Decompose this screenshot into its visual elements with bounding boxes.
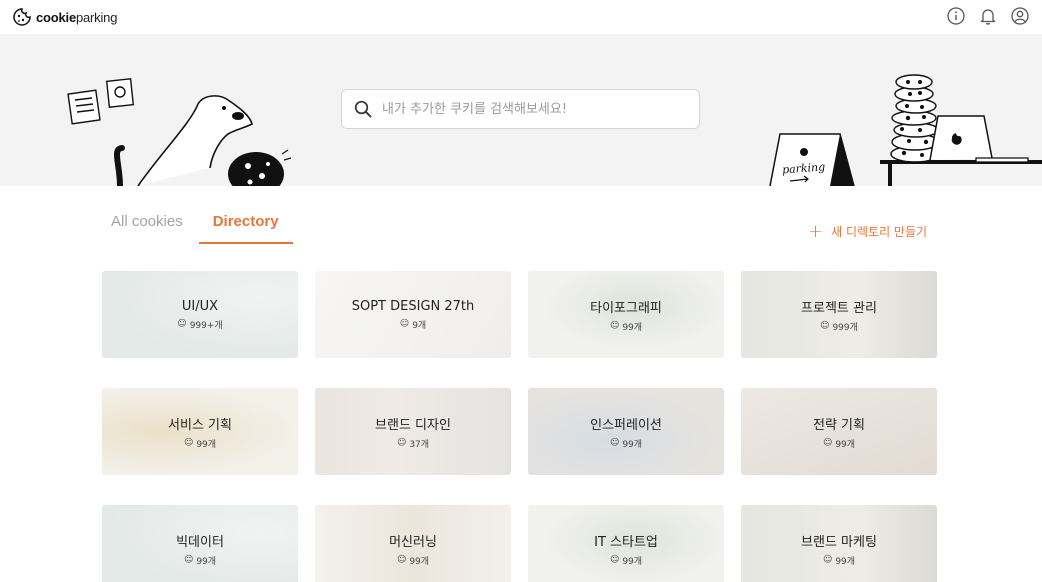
cookie-count: ☺ 999+개: [177, 319, 223, 331]
cookie-icon: ☺: [399, 319, 410, 329]
directory-card[interactable]: 브랜드 마케팅 ☺ 99개: [741, 505, 937, 582]
directory-title: SOPT DESIGN 27th: [351, 298, 475, 314]
directory-card[interactable]: 인스퍼레이션 ☺ 99개: [528, 388, 724, 475]
directory-title: 타이포그래피: [590, 300, 662, 316]
cookie-count: ☺ 37개: [396, 438, 430, 450]
directory-title: 서비스 기획: [168, 417, 232, 433]
directory-card[interactable]: UI/UX ☺ 999+개: [102, 271, 298, 358]
meerkat-illustration: [67, 78, 292, 186]
directory-title: 머신러닝: [389, 534, 437, 550]
cookie-parking-illustration: parking: [769, 74, 1042, 186]
tab-directory[interactable]: Directory: [198, 206, 293, 244]
cookie-search-bar[interactable]: [341, 89, 700, 129]
search-input[interactable]: [382, 101, 682, 117]
directory-card[interactable]: 머신러닝 ☺ 99개: [315, 505, 511, 582]
cookie-icon: ☺: [820, 321, 830, 331]
cookie-icon: ☺: [609, 555, 620, 565]
cookie-logo-icon: [13, 8, 31, 26]
bell-icon[interactable]: [978, 6, 998, 26]
directory-card[interactable]: IT 스타트업 ☺ 99개: [528, 505, 724, 582]
cookie-icon: ☺: [609, 438, 620, 448]
cookie-icon: ☺: [822, 555, 833, 565]
directory-title: 브랜드 마케팅: [801, 534, 877, 550]
new-directory-button[interactable]: + 새 디렉토리 만들기: [808, 220, 928, 242]
cookie-icon: ☺: [177, 319, 187, 329]
tab-all-cookies[interactable]: All cookies: [95, 206, 199, 244]
directory-card[interactable]: 빅데이터 ☺ 99개: [102, 505, 298, 582]
cookie-icon: ☺: [822, 438, 833, 448]
top-navigation-bar: cookieparking: [0, 0, 1042, 34]
cookie-count: ☺ 99개: [609, 321, 643, 333]
cookie-count: ☺ 99개: [183, 555, 217, 567]
user-profile-icon[interactable]: [1010, 6, 1030, 26]
cookie-icon: ☺: [609, 321, 620, 331]
directory-card[interactable]: 프로젝트 관리 ☺ 999개: [741, 271, 937, 358]
info-icon[interactable]: [946, 6, 966, 26]
directory-title: 전략 기획: [813, 417, 865, 433]
directory-title: UI/UX: [181, 298, 219, 314]
cookie-count: ☺ 99개: [609, 438, 643, 450]
cookie-count: ☺ 99개: [396, 555, 430, 567]
cookie-count: ☺ 9개: [399, 319, 427, 331]
logo-wordmark: cookieparking: [36, 9, 118, 25]
cookie-count: ☺ 999개: [820, 321, 858, 333]
directory-card[interactable]: 서비스 기획 ☺ 99개: [102, 388, 298, 475]
directory-card[interactable]: 타이포그래피 ☺ 99개: [528, 271, 724, 358]
cookie-icon: ☺: [396, 438, 407, 448]
directory-title: IT 스타트업: [594, 534, 658, 550]
directory-title: 프로젝트 관리: [801, 300, 877, 316]
cookie-count: ☺ 99개: [822, 555, 856, 567]
directory-title: 인스퍼레이션: [590, 417, 662, 433]
directory-card[interactable]: SOPT DESIGN 27th ☺ 9개: [315, 271, 511, 358]
plus-icon: +: [808, 220, 824, 242]
directory-title: 빅데이터: [176, 534, 224, 550]
directory-card[interactable]: 브랜드 디자인 ☺ 37개: [315, 388, 511, 475]
cookie-icon: ☺: [183, 555, 194, 565]
cookie-icon: ☺: [183, 438, 194, 448]
cookie-count: ☺ 99개: [183, 438, 217, 450]
directory-grid: UI/UX ☺ 999+개 SOPT DESIGN 27th ☺ 9개 타이포그래피…: [102, 271, 938, 582]
view-tabs: All cookies Directory: [95, 206, 293, 244]
search-icon[interactable]: [354, 100, 372, 118]
hero-banner: parking: [0, 34, 1042, 186]
cookie-count: ☺ 99개: [609, 555, 643, 567]
directory-title: 브랜드 디자인: [375, 417, 451, 433]
cookie-count: ☺ 99개: [822, 438, 856, 450]
cookieparking-logo[interactable]: cookieparking: [12, 6, 117, 28]
directory-card[interactable]: 전략 기획 ☺ 99개: [741, 388, 937, 475]
new-directory-label: 새 디렉토리 만들기: [831, 225, 928, 239]
cookie-icon: ☺: [396, 555, 407, 565]
